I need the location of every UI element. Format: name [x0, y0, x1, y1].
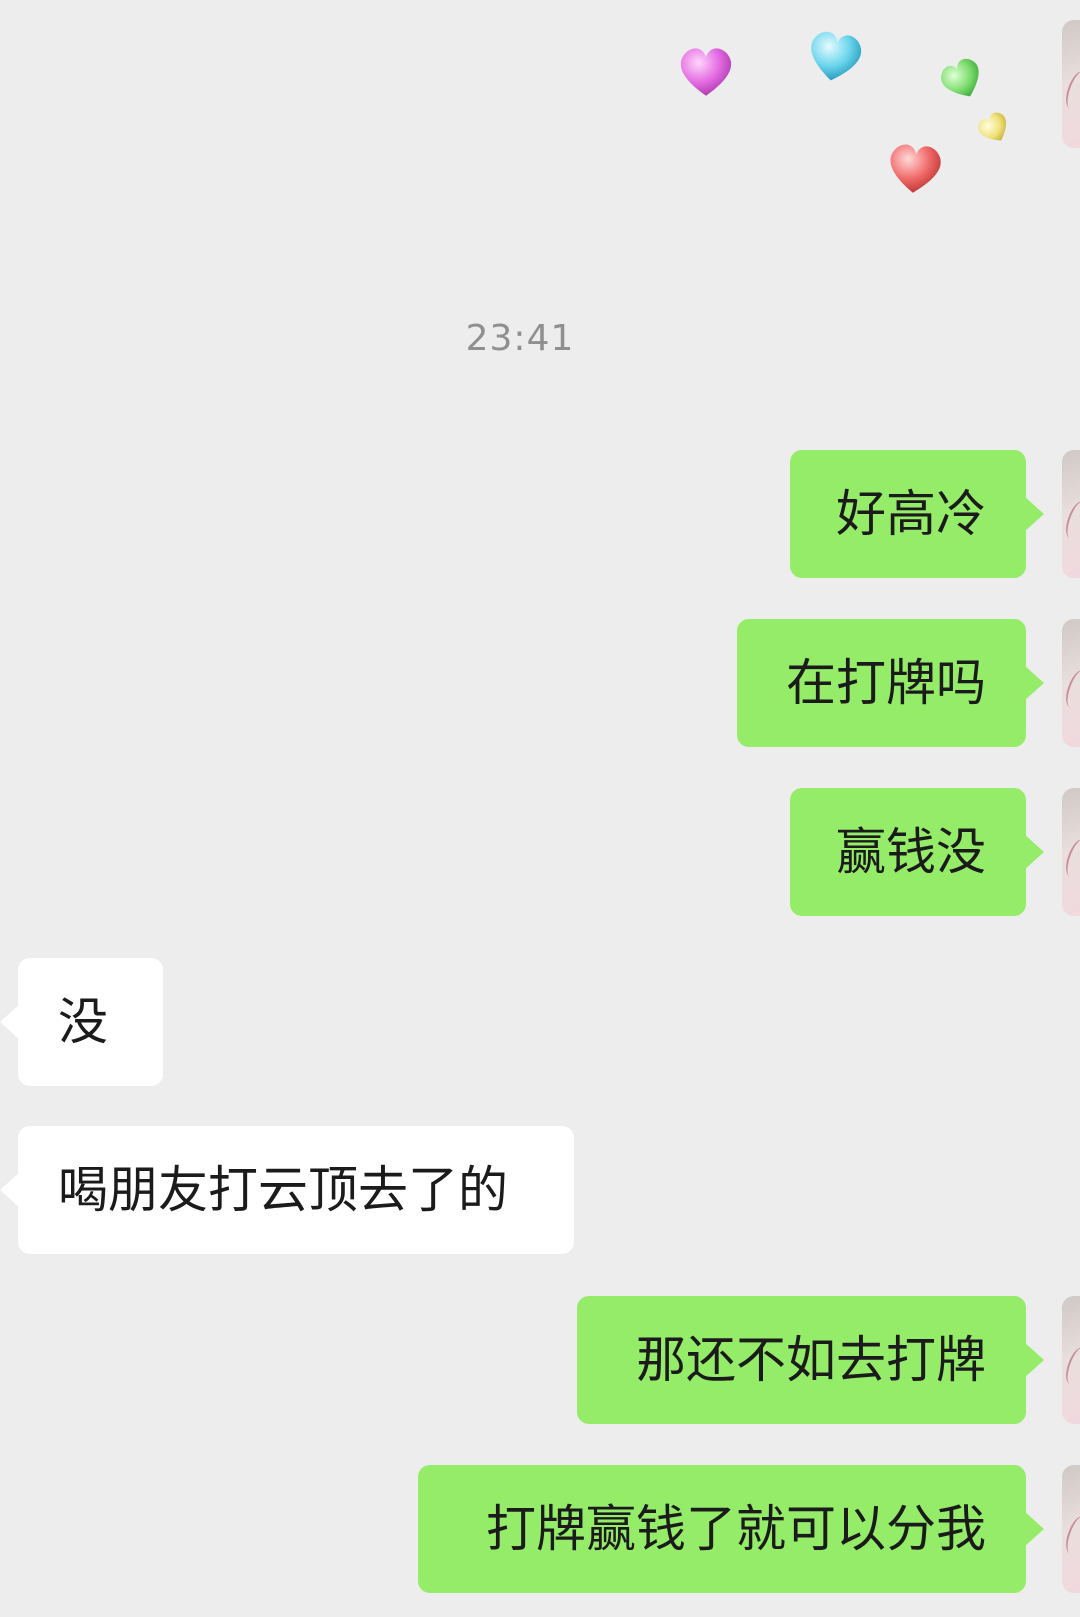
- my-avatar[interactable]: [1062, 450, 1080, 578]
- heart-icon-red: [890, 144, 941, 193]
- my-avatar[interactable]: [1062, 20, 1080, 148]
- my-message-bubble[interactable]: 好高冷: [790, 450, 1044, 578]
- my-avatar[interactable]: [1062, 788, 1080, 916]
- message-text: 打牌赢钱了就可以分我: [486, 1500, 986, 1558]
- my-message-bubble[interactable]: 打牌赢钱了就可以分我: [418, 1465, 1044, 1593]
- chat-window: 23:41 好高冷 在打牌吗 赢钱没 没 喝朋友打云顶去了的 那还不如去打牌 打…: [0, 0, 1080, 1617]
- message-text: 好高冷: [836, 485, 986, 543]
- my-avatar[interactable]: [1062, 619, 1080, 747]
- heart-icon-pink: [680, 48, 732, 96]
- heart-icon-yellow: [978, 112, 1006, 141]
- message-text: 在打牌吗: [786, 654, 986, 712]
- message-text: 赢钱没: [836, 823, 986, 881]
- message-timestamp: 23:41: [465, 318, 575, 359]
- their-message-bubble[interactable]: 没: [0, 958, 163, 1086]
- message-text: 喝朋友打云顶去了的: [58, 1161, 508, 1219]
- my-message-bubble[interactable]: 那还不如去打牌: [577, 1296, 1044, 1424]
- message-text: 那还不如去打牌: [636, 1331, 986, 1389]
- my-avatar[interactable]: [1062, 1465, 1080, 1593]
- heart-icon-cyan: [811, 31, 862, 81]
- their-message-bubble[interactable]: 喝朋友打云顶去了的: [0, 1126, 574, 1254]
- message-text: 没: [58, 993, 108, 1051]
- my-message-bubble[interactable]: 赢钱没: [790, 788, 1044, 916]
- my-message-bubble[interactable]: 在打牌吗: [737, 619, 1044, 747]
- my-avatar[interactable]: [1062, 1296, 1080, 1424]
